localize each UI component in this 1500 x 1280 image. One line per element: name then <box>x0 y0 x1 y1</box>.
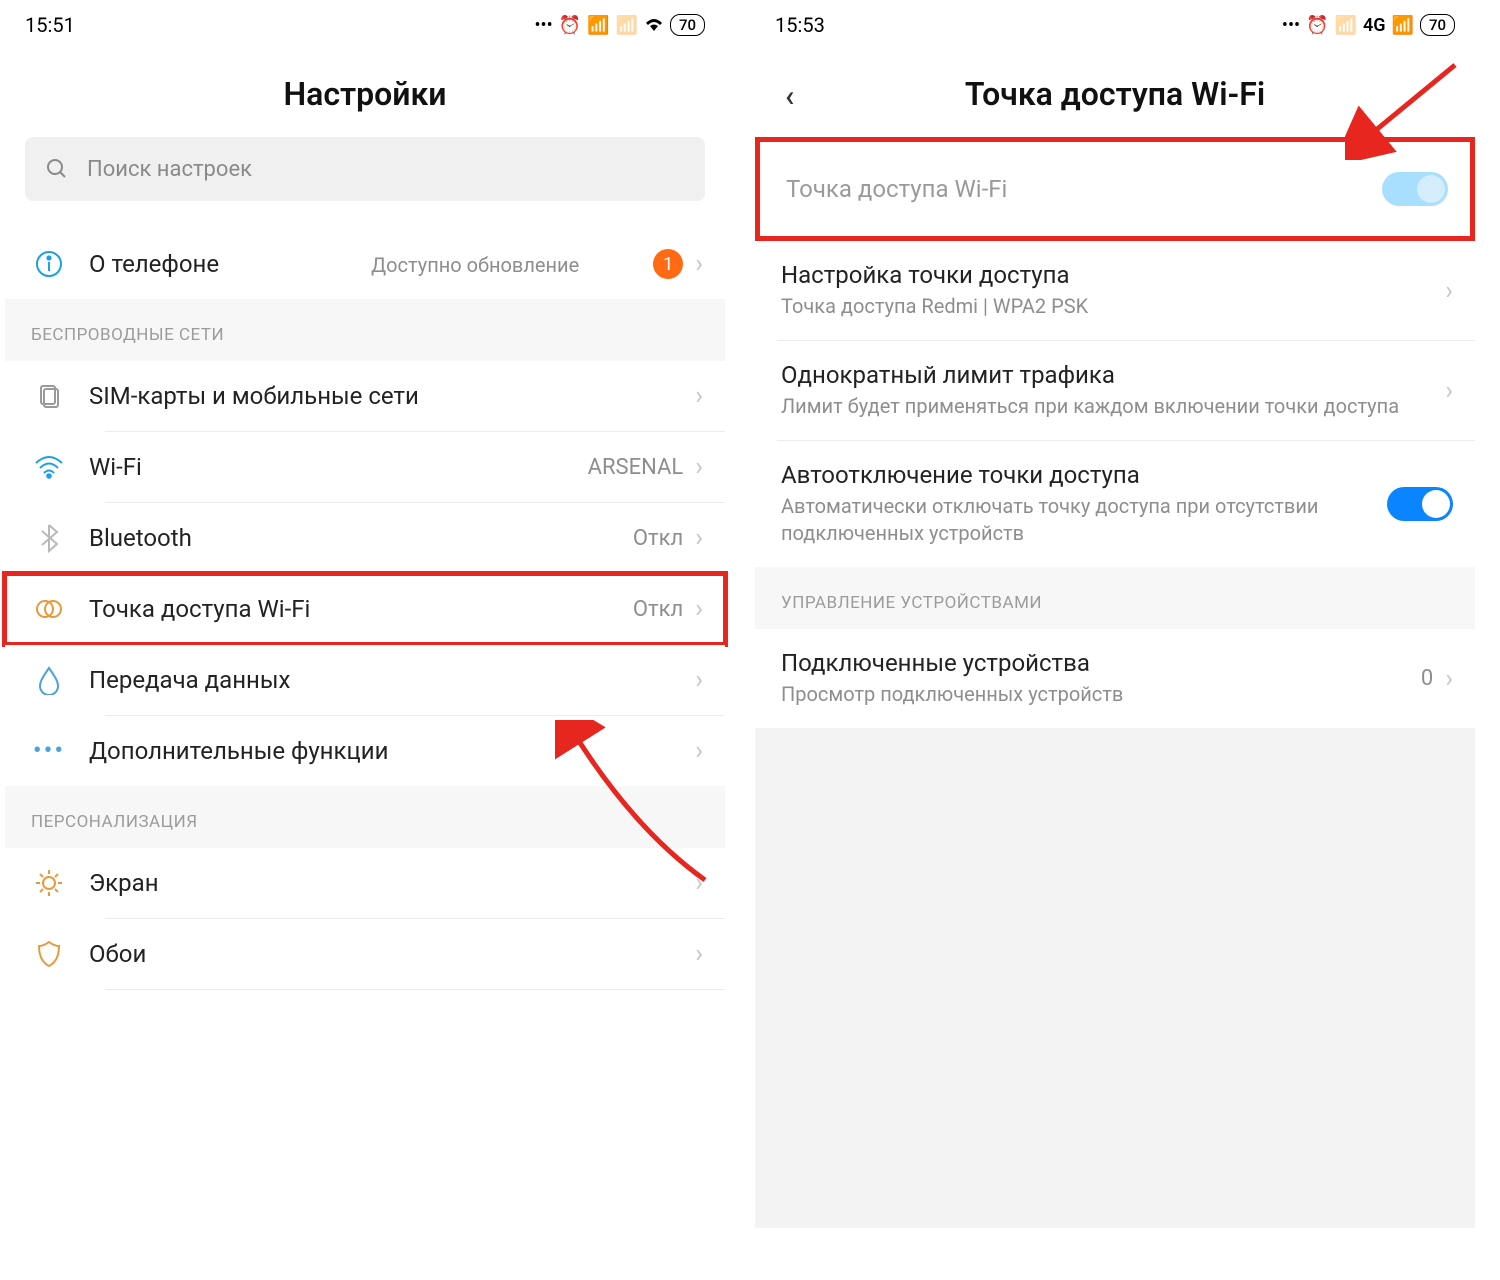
search-placeholder: Поиск настроек <box>87 157 252 182</box>
info-icon <box>27 249 71 279</box>
autooff-title: Автоотключение точки доступа <box>781 461 1387 489</box>
status-bar: 15:51 ••• ⏰ 📶 📶 70 <box>5 5 725 45</box>
bluetooth-row[interactable]: Bluetooth Откл › <box>5 503 725 573</box>
page-title: ‹ Точка доступа Wi-Fi <box>755 45 1475 137</box>
back-button[interactable]: ‹ <box>785 79 794 114</box>
about-title: О телефоне <box>89 250 351 278</box>
section-personal: ПЕРСОНАЛИЗАЦИЯ <box>5 786 725 848</box>
chevron-right-icon: › <box>695 249 703 279</box>
limit-title: Однократный лимит трафика <box>781 361 1441 389</box>
hotspot-toggle-row[interactable]: Точка доступа Wi-Fi <box>755 137 1475 241</box>
more-row[interactable]: ••• Дополнительные функции › <box>5 716 725 786</box>
droplet-icon <box>27 665 71 695</box>
hotspot-toggle-label: Точка доступа Wi-Fi <box>786 175 1382 203</box>
signal-icon: 📶 <box>616 15 638 36</box>
traffic-limit-row[interactable]: Однократный лимит трафика Лимит будет пр… <box>755 341 1475 440</box>
alarm-icon: ⏰ <box>1306 15 1328 36</box>
limit-sub: Лимит будет применяться при каждом включ… <box>781 393 1441 420</box>
more-icon: ••• <box>1282 15 1300 36</box>
settings-search[interactable]: Поиск настроек <box>25 137 705 201</box>
chevron-right-icon: › <box>695 939 703 969</box>
signal-icon: 📶 <box>1392 15 1414 36</box>
setup-sub: Точка доступа Redmi | WPA2 PSK <box>781 293 1441 320</box>
wifi-row[interactable]: Wi-Fi ARSENAL › <box>5 432 725 502</box>
setup-title: Настройка точки доступа <box>781 261 1441 289</box>
status-bar: 15:53 ••• ⏰ 📶 4G 📶 70 <box>755 5 1475 45</box>
autooff-sub: Автоматически отключать точку доступа пр… <box>781 493 1387 547</box>
hotspot-row[interactable]: Точка доступа Wi-Fi Откл › <box>5 574 725 644</box>
chevron-right-icon: › <box>1445 376 1453 406</box>
hotspot-value: Откл <box>633 597 683 622</box>
chevron-right-icon: › <box>1445 276 1453 306</box>
about-sub: Доступно обновление <box>371 252 633 279</box>
hotspot-icon <box>27 596 71 622</box>
more-title: Дополнительные функции <box>89 737 691 765</box>
chevron-right-icon: › <box>695 452 703 482</box>
hotspot-screen: 15:53 ••• ⏰ 📶 4G 📶 70 ‹ Точка доступа Wi… <box>755 5 1475 1275</box>
display-row[interactable]: Экран › <box>5 848 725 918</box>
auto-off-toggle[interactable] <box>1387 487 1453 521</box>
devices-sub: Просмотр подключенных устройств <box>781 681 1421 708</box>
hotspot-toggle[interactable] <box>1382 172 1448 206</box>
more-icon: ••• <box>534 15 552 36</box>
hotspot-setup-row[interactable]: Настройка точки доступа Точка доступа Re… <box>755 241 1475 340</box>
battery-indicator: 70 <box>670 14 705 36</box>
chevron-right-icon: › <box>695 381 703 411</box>
bt-title: Bluetooth <box>89 524 633 552</box>
devices-title: Подключенные устройства <box>781 649 1421 677</box>
update-badge: 1 <box>653 249 683 279</box>
header-text: Точка доступа Wi-Fi <box>965 75 1265 113</box>
wallpaper-title: Обои <box>89 940 691 968</box>
devices-count: 0 <box>1421 666 1433 691</box>
empty-area <box>755 728 1475 1228</box>
chevron-right-icon: › <box>695 665 703 695</box>
chevron-right-icon: › <box>695 594 703 624</box>
settings-screen: 15:51 ••• ⏰ 📶 📶 70 Настройки Поиск настр… <box>5 5 725 1275</box>
sim-row[interactable]: SIM-карты и мобильные сети › <box>5 361 725 431</box>
section-devices: УПРАВЛЕНИЕ УСТРОЙСТВАМИ <box>755 567 1475 629</box>
status-indicators: ••• ⏰ 📶 4G 📶 70 <box>1282 14 1455 36</box>
alarm-icon: ⏰ <box>559 15 581 36</box>
search-icon <box>45 157 69 181</box>
about-phone-row[interactable]: О телефоне Доступно обновление 1 › <box>5 229 725 299</box>
brightness-icon <box>27 868 71 898</box>
more-icon: ••• <box>27 736 71 766</box>
display-title: Экран <box>89 869 691 897</box>
sim-title: SIM-карты и мобильные сети <box>89 382 691 410</box>
wifi-value: ARSENAL <box>588 455 684 480</box>
status-indicators: ••• ⏰ 📶 📶 70 <box>534 14 705 36</box>
chevron-right-icon: › <box>695 523 703 553</box>
network-type: 4G <box>1363 15 1386 36</box>
wifi-icon <box>27 455 71 479</box>
connected-devices-row[interactable]: Подключенные устройства Просмотр подключ… <box>755 629 1475 728</box>
chevron-right-icon: › <box>695 868 703 898</box>
data-usage-row[interactable]: Передача данных › <box>5 645 725 715</box>
battery-indicator: 70 <box>1420 14 1455 36</box>
signal-icon: 📶 <box>1335 15 1357 36</box>
bt-value: Откл <box>633 526 683 551</box>
wifi-icon <box>644 17 664 33</box>
signal-icon: 📶 <box>587 15 609 36</box>
status-time: 15:53 <box>775 13 825 37</box>
auto-off-row[interactable]: Автоотключение точки доступа Автоматичес… <box>755 441 1475 567</box>
bluetooth-icon <box>27 523 71 553</box>
status-time: 15:51 <box>25 13 75 37</box>
section-wireless: БЕСПРОВОДНЫЕ СЕТИ <box>5 299 725 361</box>
wifi-title: Wi-Fi <box>89 453 588 481</box>
shield-icon <box>27 939 71 969</box>
chevron-right-icon: › <box>1445 664 1453 694</box>
hotspot-title: Точка доступа Wi-Fi <box>89 595 633 623</box>
chevron-right-icon: › <box>695 736 703 766</box>
sim-icon <box>27 382 71 410</box>
page-title: Настройки <box>5 45 725 137</box>
wallpaper-row[interactable]: Обои › <box>5 919 725 989</box>
data-title: Передача данных <box>89 666 691 694</box>
